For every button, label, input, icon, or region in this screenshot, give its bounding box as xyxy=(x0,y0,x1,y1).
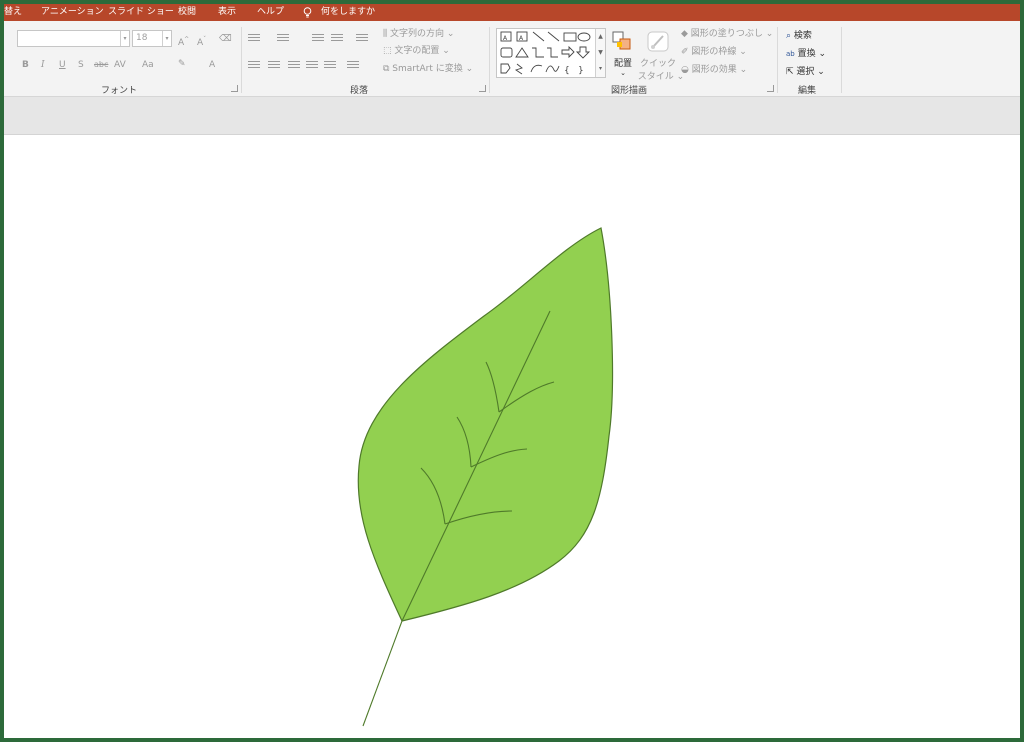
menu-bar: 替え アニメーション スライド ショー 校閲 表示 ヘルプ 何をしますか xyxy=(4,4,1020,21)
lightbulb-icon xyxy=(303,7,312,18)
shape-fill-label: 図形の塗りつぶし xyxy=(690,29,763,39)
paragraph-group-label: 段落 xyxy=(349,86,368,96)
slide-canvas[interactable] xyxy=(4,136,1020,738)
leaf-shape[interactable] xyxy=(4,136,1020,738)
editing-group-label: 編集 xyxy=(797,86,816,96)
group-divider xyxy=(841,27,842,93)
strikethrough-button[interactable]: abc xyxy=(94,59,108,71)
char-spacing-button[interactable]: AV xyxy=(114,59,126,71)
italic-button[interactable]: I xyxy=(41,59,45,71)
group-divider xyxy=(777,27,778,93)
select-label: 選択 xyxy=(796,67,815,77)
shape-fill-button[interactable]: ◆ 図形の塗りつぶし ⌄ xyxy=(681,28,773,40)
shape-outline-label: 図形の枠線 xyxy=(691,47,737,57)
align-text-label: 文字の配置 xyxy=(394,46,440,56)
tab-help[interactable]: ヘルプ xyxy=(257,6,284,19)
chevron-down-icon: ▾ xyxy=(162,31,171,46)
more-shapes-icon[interactable]: ▾ xyxy=(596,61,605,77)
quick-styles-text: スタイル xyxy=(637,72,674,82)
bullets-icon[interactable] xyxy=(248,34,260,44)
font-size-value: 18 xyxy=(136,33,148,43)
align-center-icon[interactable] xyxy=(268,61,280,71)
shadow-button[interactable]: S xyxy=(78,59,84,71)
clear-format-icon[interactable]: ⌫ xyxy=(219,33,232,45)
shapes-icon: A A { } xyxy=(500,31,591,76)
tab-transitions[interactable]: 替え xyxy=(4,6,22,19)
group-divider xyxy=(489,27,490,93)
search-icon: ⌕ xyxy=(786,31,792,41)
ribbon-spacer xyxy=(4,97,1020,135)
svg-text:}: } xyxy=(578,66,584,76)
shape-gallery[interactable]: A A { } ▲ ▼ ▾ xyxy=(496,28,606,78)
leaf-body[interactable] xyxy=(357,227,614,622)
chevron-down-icon: ▾ xyxy=(120,31,129,46)
font-size-select[interactable]: 18 ▾ xyxy=(132,30,172,47)
arrange-button[interactable]: 配置 xyxy=(611,56,635,69)
leaf-stem xyxy=(362,620,403,727)
scroll-up-icon[interactable]: ▲ xyxy=(596,29,605,45)
decrease-indent-icon[interactable] xyxy=(312,34,324,44)
replace-icon: ab xyxy=(786,50,795,58)
chevron-down-icon: ⌄ xyxy=(620,69,626,77)
group-divider xyxy=(241,27,242,93)
find-label: 検索 xyxy=(793,31,812,41)
distributed-icon[interactable] xyxy=(324,61,336,71)
drawing-launcher-icon[interactable] xyxy=(767,85,774,92)
font-color-button[interactable]: A xyxy=(209,59,215,71)
underline-button[interactable]: U xyxy=(59,59,66,71)
font-launcher-icon[interactable] xyxy=(231,85,238,92)
numbering-icon[interactable] xyxy=(277,34,289,44)
select-button[interactable]: ⇱ 選択 ⌄ xyxy=(786,66,825,78)
tab-animations[interactable]: アニメーション xyxy=(41,6,104,19)
bold-button[interactable]: B xyxy=(22,59,29,71)
increase-indent-icon[interactable] xyxy=(331,34,343,44)
tell-me-search[interactable]: 何をしますか xyxy=(321,6,375,19)
smartart-label: SmartArt に変換 xyxy=(392,64,463,74)
justify-icon[interactable] xyxy=(306,61,318,71)
ribbon: ▾ 18 ▾ A^ Aˇ ⌫ B I U S abc AV Aa ✎ A フォン… xyxy=(4,21,1020,97)
line-spacing-icon[interactable] xyxy=(356,34,368,44)
shape-outline-button[interactable]: ✐ 図形の枠線 ⌄ xyxy=(681,46,747,58)
align-right-icon[interactable] xyxy=(288,61,300,71)
find-button[interactable]: ⌕ 検索 xyxy=(786,30,812,42)
shape-effects-button[interactable]: ◒ 図形の効果 ⌄ xyxy=(681,64,747,76)
highlight-icon[interactable]: ✎ xyxy=(178,58,186,70)
text-direction-button[interactable]: ⫼ 文字列の方向 ⌄ xyxy=(383,28,454,40)
smartart-button[interactable]: ⧉ SmartArt に変換 ⌄ xyxy=(383,63,473,75)
scroll-down-icon[interactable]: ▼ xyxy=(596,45,605,61)
text-direction-label: 文字列の方向 xyxy=(390,29,445,39)
gallery-scrollbar[interactable]: ▲ ▼ ▾ xyxy=(595,29,605,77)
align-text-button[interactable]: ⬚ 文字の配置 ⌄ xyxy=(383,45,450,57)
tab-review[interactable]: 校閲 xyxy=(178,6,196,19)
quick-styles-label-1[interactable]: クイック xyxy=(638,56,678,69)
font-group-label: フォント xyxy=(100,86,137,96)
svg-text:{: { xyxy=(564,66,570,76)
align-left-icon[interactable] xyxy=(248,61,260,71)
shape-effects-label: 図形の効果 xyxy=(691,65,737,75)
columns-icon[interactable] xyxy=(347,61,359,71)
tab-slideshow[interactable]: スライド ショー xyxy=(108,6,174,19)
replace-button[interactable]: ab 置換 ⌄ xyxy=(786,48,826,60)
powerpoint-window: 替え アニメーション スライド ショー 校閲 表示 ヘルプ 何をしますか ▾ 1… xyxy=(4,4,1020,738)
font-name-select[interactable]: ▾ xyxy=(17,30,130,47)
increase-font-button[interactable]: A^ xyxy=(178,34,189,49)
quick-styles-icon[interactable] xyxy=(645,30,671,54)
drawing-group-label: 図形描画 xyxy=(610,86,647,96)
change-case-button[interactable]: Aa xyxy=(142,59,154,71)
paragraph-launcher-icon[interactable] xyxy=(479,85,486,92)
replace-label: 置換 xyxy=(797,49,816,59)
arrange-icon[interactable] xyxy=(611,30,633,52)
decrease-font-button[interactable]: Aˇ xyxy=(197,34,206,49)
quick-styles-label-2[interactable]: スタイル ⌄ xyxy=(636,69,686,82)
cursor-icon: ⇱ xyxy=(786,67,794,77)
tab-view[interactable]: 表示 xyxy=(218,6,236,19)
